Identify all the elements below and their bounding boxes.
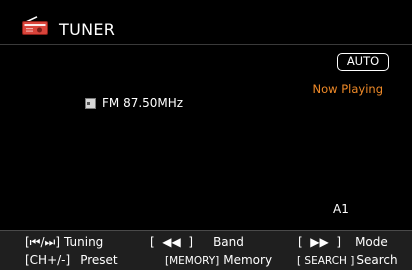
preset-key: [CH+/-]: [25, 253, 71, 267]
band-key-guide: [ ◀◀ ] Band: [150, 235, 244, 249]
search-key-guide: [ SEARCH ] Search: [297, 253, 398, 267]
header-bar: TUNER: [0, 0, 412, 45]
tuning-label: Tuning: [64, 235, 104, 249]
band-label: Band: [213, 235, 244, 249]
search-label: Search: [356, 253, 398, 267]
radio-icon: [22, 16, 48, 35]
mode-label: Mode: [355, 235, 388, 249]
mode-key-guide: [ ▶▶ ] Mode: [298, 235, 388, 249]
station-frequency: FM 87.50MHz: [102, 96, 184, 110]
memory-label: Memory: [223, 253, 273, 267]
tuner-screen: TUNER AUTO Now Playing FM 87.50MHz A1 [⏮…: [0, 0, 412, 270]
search-key: [ SEARCH ]: [297, 255, 355, 267]
tuning-mode-badge: AUTO: [337, 53, 389, 71]
tuning-key: [⏮/⏭]: [25, 235, 61, 249]
mode-key: [ ▶▶ ]: [298, 235, 342, 249]
page-title: TUNER: [59, 20, 116, 39]
preset-key-guide: [CH+/-] Preset: [25, 253, 118, 267]
preset-label: Preset: [80, 253, 118, 267]
key-guide-footer: [⏮/⏭] Tuning [ ◀◀ ] Band [ ▶▶ ] Mode [CH…: [0, 230, 412, 270]
preset-number: A1: [333, 202, 349, 216]
band-key: [ ◀◀ ]: [150, 235, 194, 249]
fm-band-icon: [85, 97, 96, 109]
memory-key-guide: [MEMORY] Memory: [165, 253, 272, 267]
memory-key: [MEMORY]: [165, 255, 220, 267]
tuning-key-guide: [⏮/⏭] Tuning: [25, 235, 103, 250]
station-row: FM 87.50MHz: [85, 96, 183, 110]
now-playing-label: Now Playing: [312, 82, 383, 96]
tuner-info-panel: AUTO Now Playing FM 87.50MHz A1: [0, 45, 412, 230]
